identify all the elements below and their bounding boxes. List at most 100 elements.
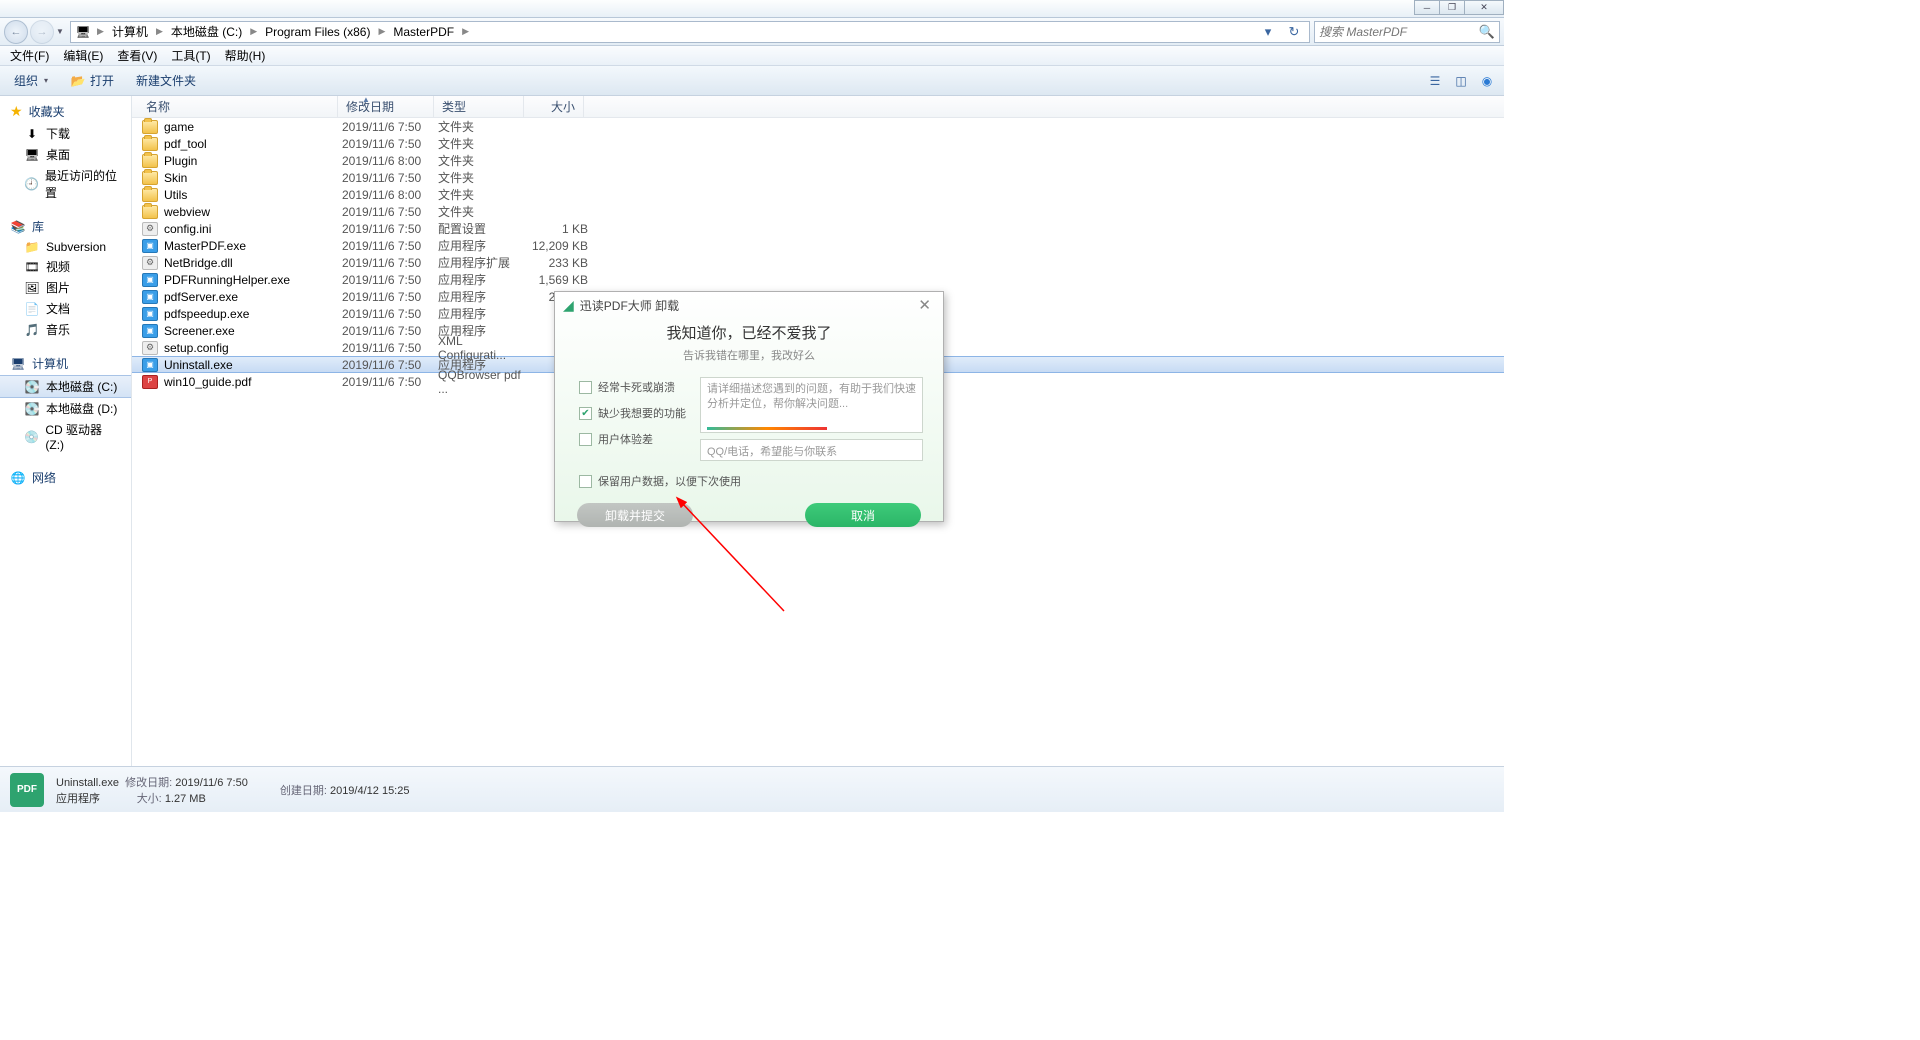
- history-dropdown[interactable]: ▼: [56, 27, 68, 36]
- file-row[interactable]: Plugin2019/11/6 8:00文件夹: [132, 152, 1504, 169]
- new-folder-button[interactable]: 新建文件夹: [128, 68, 204, 93]
- library-icon: 📚: [10, 220, 26, 234]
- config-icon: ⚙: [142, 341, 158, 355]
- dialog-subline: 告诉我错在哪里，我改好么: [555, 347, 943, 363]
- file-date: 2019/11/6 7:50: [342, 137, 438, 151]
- chk-ux[interactable]: 用户体验差: [579, 431, 686, 447]
- close-button[interactable]: ✕: [1464, 0, 1504, 15]
- details-type: 应用程序: [56, 793, 100, 805]
- file-date: 2019/11/6 7:50: [342, 358, 438, 372]
- file-row[interactable]: webview2019/11/6 7:50文件夹: [132, 203, 1504, 220]
- folder-icon: [142, 205, 158, 219]
- minimize-button[interactable]: ─: [1414, 0, 1440, 15]
- col-type[interactable]: 类型: [434, 96, 524, 117]
- crumb-c[interactable]: 本地磁盘 (C:): [169, 23, 244, 40]
- back-button[interactable]: ←: [4, 20, 28, 44]
- menu-view[interactable]: 查看(V): [111, 45, 163, 66]
- menu-edit[interactable]: 编辑(E): [57, 45, 109, 66]
- documents-icon: 📄: [24, 302, 40, 316]
- address-bar[interactable]: 🖥 ▶ 计算机 ▶ 本地磁盘 (C:) ▶ Program Files (x86…: [70, 21, 1310, 43]
- textarea-highlight: [707, 427, 827, 430]
- file-date: 2019/11/6 7:50: [342, 205, 438, 219]
- sidebar-item-documents[interactable]: 📄文档: [0, 298, 131, 319]
- file-name: Screener.exe: [164, 324, 235, 338]
- organize-button[interactable]: 组织: [6, 68, 56, 93]
- file-type: 文件夹: [438, 152, 528, 169]
- file-name: PDFRunningHelper.exe: [164, 273, 290, 287]
- sidebar-item-subversion[interactable]: 📁Subversion: [0, 238, 131, 256]
- file-row[interactable]: ▣MasterPDF.exe2019/11/6 7:50应用程序12,209 K…: [132, 237, 1504, 254]
- file-name: game: [164, 120, 194, 134]
- chevron-right-icon: ▶: [460, 26, 471, 37]
- file-size: 1 KB: [528, 222, 588, 236]
- search-input[interactable]: [1319, 25, 1479, 39]
- sidebar-item-cd[interactable]: 💿CD 驱动器 (Z:): [0, 419, 131, 454]
- file-row[interactable]: pdf_tool2019/11/6 7:50文件夹: [132, 135, 1504, 152]
- chk-missing-feature[interactable]: ✔缺少我想要的功能: [579, 405, 686, 421]
- file-type: 应用程序: [438, 237, 528, 254]
- open-button[interactable]: 📂打开: [62, 68, 122, 93]
- sidebar-item-downloads[interactable]: ⬇下载: [0, 123, 131, 144]
- file-type: 文件夹: [438, 135, 528, 152]
- file-type: 应用程序扩展: [438, 254, 528, 271]
- uninstall-submit-button[interactable]: 卸载并提交: [577, 503, 693, 527]
- downloads-icon: ⬇: [24, 127, 40, 141]
- search-icon[interactable]: 🔍: [1479, 24, 1495, 40]
- folder-icon: 📁: [24, 240, 40, 254]
- forward-button[interactable]: →: [30, 20, 54, 44]
- file-name: win10_guide.pdf: [164, 375, 251, 389]
- sidebar-item-disk-d[interactable]: 💽本地磁盘 (D:): [0, 398, 131, 419]
- file-row[interactable]: ▣PDFRunningHelper.exe2019/11/6 7:50应用程序1…: [132, 271, 1504, 288]
- sidebar-computer[interactable]: 🖥计算机: [0, 352, 131, 375]
- file-row[interactable]: ⚙NetBridge.dll2019/11/6 7:50应用程序扩展233 KB: [132, 254, 1504, 271]
- file-name: pdfspeedup.exe: [164, 307, 249, 321]
- contact-input[interactable]: QQ/电话，希望能与你联系: [700, 439, 923, 461]
- crumb-pf86[interactable]: Program Files (x86): [263, 25, 372, 39]
- file-size: 1,569 KB: [528, 273, 588, 287]
- refresh-icon[interactable]: ↻: [1283, 24, 1305, 40]
- sidebar-item-videos[interactable]: 🎞视频: [0, 256, 131, 277]
- folder-icon: [142, 120, 158, 134]
- sidebar-item-music[interactable]: 🎵音乐: [0, 319, 131, 340]
- view-mode-button[interactable]: ☰: [1424, 72, 1446, 90]
- search-box[interactable]: 🔍: [1314, 21, 1500, 43]
- file-row[interactable]: Utils2019/11/6 8:00文件夹: [132, 186, 1504, 203]
- menu-file[interactable]: 文件(F): [4, 45, 55, 66]
- disk-icon: 💽: [24, 380, 40, 394]
- col-size[interactable]: 大小: [524, 96, 584, 117]
- feedback-textarea[interactable]: 请详细描述您遇到的问题，有助于我们快速分析并定位，帮你解决问题...: [700, 377, 923, 433]
- col-date[interactable]: 修改日期: [338, 96, 434, 117]
- dialog-headline: 我知道你，已经不爱我了: [555, 322, 943, 343]
- sidebar-item-desktop[interactable]: 🖥桌面: [0, 144, 131, 165]
- exe-icon: ▣: [142, 290, 158, 304]
- sidebar-favorites[interactable]: ★收藏夹: [0, 100, 131, 123]
- sidebar-item-recent[interactable]: 🕘最近访问的位置: [0, 165, 131, 203]
- sidebar-libraries[interactable]: 📚库: [0, 215, 131, 238]
- sidebar-item-disk-c[interactable]: 💽本地磁盘 (C:): [0, 375, 131, 398]
- chk-crash[interactable]: 经常卡死或崩溃: [579, 379, 686, 395]
- checkbox-icon: [579, 381, 592, 394]
- file-row[interactable]: Skin2019/11/6 7:50文件夹: [132, 169, 1504, 186]
- crumb-computer[interactable]: 计算机: [110, 23, 150, 40]
- file-row[interactable]: game2019/11/6 7:50文件夹: [132, 118, 1504, 135]
- menu-help[interactable]: 帮助(H): [219, 45, 272, 66]
- restore-button[interactable]: ❐: [1439, 0, 1465, 15]
- help-icon[interactable]: ◉: [1476, 72, 1498, 90]
- exe-icon: ▣: [142, 324, 158, 338]
- preview-pane-button[interactable]: ◫: [1450, 72, 1472, 90]
- computer-icon: 🖥: [10, 357, 26, 371]
- file-row[interactable]: ⚙config.ini2019/11/6 7:50配置设置1 KB: [132, 220, 1504, 237]
- checkbox-icon: [579, 433, 592, 446]
- dialog-close-button[interactable]: ✕: [914, 296, 935, 314]
- col-name[interactable]: 名称: [132, 96, 338, 117]
- pdf-app-icon: PDF: [10, 773, 44, 807]
- crumb-masterpdf[interactable]: MasterPDF: [391, 25, 456, 39]
- address-dropdown-icon[interactable]: ▾: [1257, 24, 1279, 40]
- nav-row: ← → ▼ 🖥 ▶ 计算机 ▶ 本地磁盘 (C:) ▶ Program File…: [0, 18, 1504, 46]
- sidebar-item-pictures[interactable]: 🖼图片: [0, 277, 131, 298]
- chk-keep-data[interactable]: 保留用户数据，以便下次使用: [579, 473, 919, 489]
- cancel-button[interactable]: 取消: [805, 503, 921, 527]
- column-headers: ▲ 名称 修改日期 类型 大小: [132, 96, 1504, 118]
- menu-tools[interactable]: 工具(T): [165, 45, 216, 66]
- sidebar-network[interactable]: 🌐网络: [0, 466, 131, 489]
